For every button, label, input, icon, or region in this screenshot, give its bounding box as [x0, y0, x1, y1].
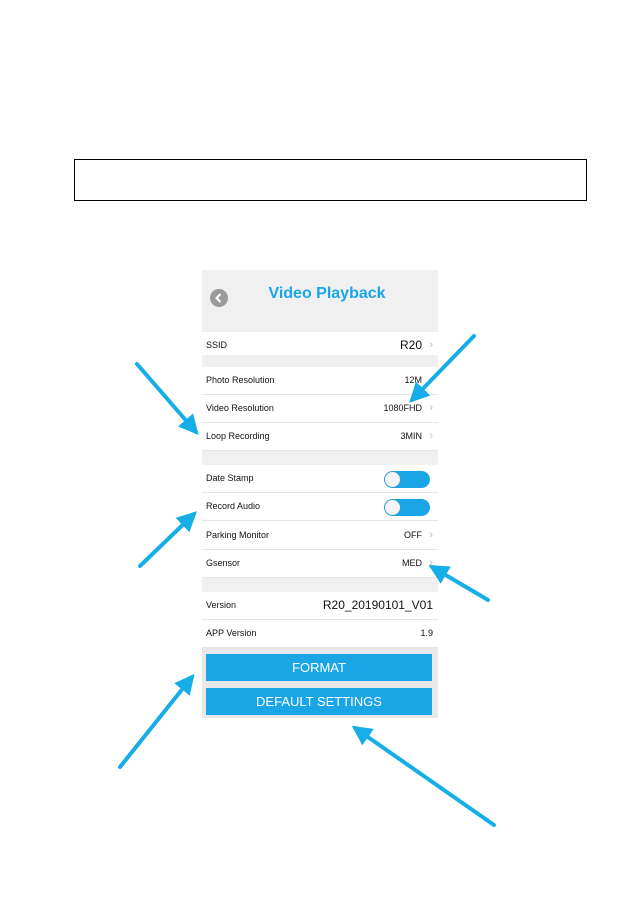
arrow-loop-recording	[135, 362, 199, 436]
arrow-record-audio	[138, 511, 197, 568]
arrow-format	[118, 673, 195, 769]
arrow-video-resolution	[409, 334, 476, 403]
arrow-gsensor	[428, 564, 490, 602]
annotation-arrows	[118, 334, 496, 827]
arrow-default-settings	[351, 725, 496, 827]
